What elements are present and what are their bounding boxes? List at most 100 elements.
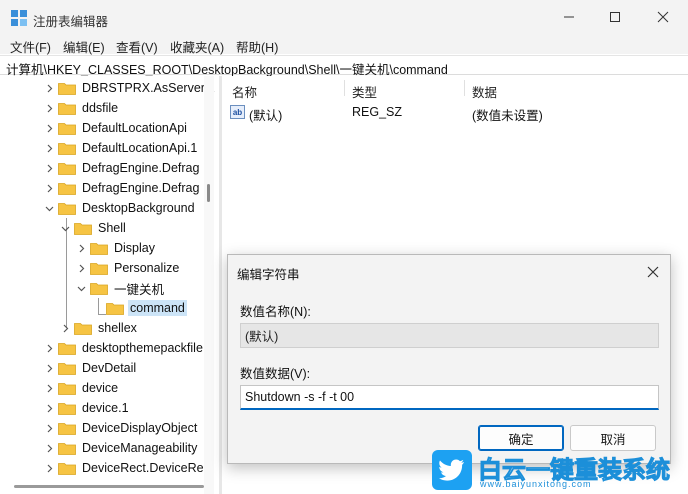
chevron-right-icon[interactable] [44, 418, 54, 438]
chevron-right-icon[interactable] [44, 338, 54, 358]
tree-item-label: DefaultLocationApi [82, 121, 187, 135]
chevron-right-icon[interactable] [44, 138, 54, 158]
tree-item-label: 一键关机 [114, 282, 165, 297]
edit-string-dialog: 编辑字符串 数值名称(N): 数值数据(V): 确定 取消 [227, 254, 671, 464]
folder-icon [90, 263, 108, 275]
column-header-name[interactable]: 名称 [232, 82, 257, 101]
column-divider[interactable] [464, 80, 465, 96]
close-icon [657, 11, 669, 23]
tree-item-label: DefragEngine.Defrag [82, 161, 200, 175]
folder-icon [74, 323, 92, 335]
column-header-data[interactable]: 数据 [472, 82, 497, 101]
chevron-right-icon[interactable] [44, 78, 54, 98]
value-type: REG_SZ [352, 105, 403, 119]
tree-item-label: DeviceManageability [82, 441, 198, 455]
tree-item-label: ddsfile [82, 101, 119, 115]
column-header-type[interactable]: 类型 [352, 82, 377, 101]
tree-item[interactable]: DesktopBackground [44, 198, 197, 218]
tree-scrollbar[interactable] [204, 76, 214, 494]
tree-item[interactable]: DefragEngine.Defrag [44, 178, 201, 198]
folder-icon [58, 103, 76, 115]
folder-icon [58, 143, 76, 155]
tree-item[interactable]: Display [76, 238, 157, 258]
tree-item-label: shellex [98, 321, 137, 335]
tree-item[interactable]: Personalize [76, 258, 181, 278]
chevron-right-icon[interactable] [44, 158, 54, 178]
address-bar[interactable]: 计算机\HKEY_CLASSES_ROOT\DesktopBackground\… [0, 55, 688, 77]
tree-item-label: DesktopBackground [82, 201, 195, 215]
tree-item[interactable]: 一键关机 [76, 278, 166, 298]
chevron-right-icon[interactable] [44, 378, 54, 398]
chevron-right-icon[interactable] [44, 98, 54, 118]
chevron-right-icon[interactable] [60, 318, 70, 338]
menu-edit[interactable]: 编辑(E) [63, 37, 105, 56]
tree-item-label: DevDetail [82, 361, 137, 375]
menu-view[interactable]: 查看(V) [116, 37, 158, 56]
string-value-icon: ab [230, 105, 245, 119]
tree-item[interactable]: DefragEngine.Defrag [44, 158, 201, 178]
tree-item[interactable]: DBRSTPRX.AsServer.1 [44, 78, 215, 98]
menu-favorites[interactable]: 收藏夹(A) [170, 37, 224, 56]
tree-item[interactable]: device [44, 378, 120, 398]
folder-icon [58, 163, 76, 175]
tree-item[interactable]: DevDetail [44, 358, 138, 378]
chevron-right-icon[interactable] [44, 458, 54, 478]
watermark: 白云一键重装系统 www.baiyunxitong.com [432, 450, 682, 490]
folder-open-icon [90, 283, 108, 295]
tree-item-label: DeviceRect.DeviceRec [82, 461, 210, 475]
dialog-title: 编辑字符串 [237, 268, 300, 282]
tree-scrollbar-thumb[interactable] [207, 184, 210, 202]
chevron-right-icon[interactable] [76, 258, 86, 278]
tree-item[interactable]: DefaultLocationApi [44, 118, 189, 138]
folder-open-icon [58, 203, 76, 215]
chevron-right-icon[interactable] [44, 358, 54, 378]
tree-item-label: DeviceDisplayObject [82, 421, 198, 435]
tree-item[interactable]: Shell [60, 218, 128, 238]
cancel-button[interactable]: 取消 [570, 425, 656, 451]
folder-icon [58, 383, 76, 395]
tree-item[interactable]: shellex [60, 318, 139, 338]
column-divider[interactable] [344, 80, 345, 96]
menu-help[interactable]: 帮助(H) [236, 37, 278, 56]
chevron-down-icon[interactable] [76, 278, 86, 298]
chevron-right-icon[interactable] [44, 438, 54, 458]
chevron-right-icon[interactable] [44, 178, 54, 198]
tree-item[interactable]: DeviceDisplayObject [44, 418, 199, 438]
ok-button[interactable]: 确定 [478, 425, 564, 451]
tree-item[interactable]: device.1 [44, 398, 131, 418]
window-title: 注册表编辑器 [33, 15, 109, 29]
value-row-default[interactable]: ab (默认) REG_SZ (数值未设置) [222, 102, 688, 123]
tree-item-label: DefragEngine.Defrag [82, 181, 200, 195]
tree-item[interactable]: ddsfile [44, 98, 120, 118]
tree-item-label: device.1 [82, 401, 129, 415]
menu-file[interactable]: 文件(F) [10, 37, 51, 56]
tree-item[interactable]: command [92, 298, 187, 318]
folder-icon [58, 443, 76, 455]
chevron-down-icon[interactable] [44, 198, 54, 218]
value-name-field [240, 323, 659, 348]
value-data: (数值未设置) [472, 109, 543, 123]
registry-editor-icon [11, 10, 27, 26]
tree-item[interactable]: DeviceRect.DeviceRec [44, 458, 212, 478]
chevron-right-icon[interactable] [44, 118, 54, 138]
close-button[interactable] [640, 0, 686, 34]
tree-item-label: DBRSTPRX.AsServer.1 [82, 81, 215, 95]
folder-icon [58, 403, 76, 415]
minimize-button[interactable] [546, 0, 592, 34]
chevron-right-icon[interactable] [76, 238, 86, 258]
tree-item[interactable]: DefaultLocationApi.1 [44, 138, 199, 158]
tree-item[interactable]: desktopthemepackfile [44, 338, 205, 358]
maximize-button[interactable] [592, 0, 638, 34]
folder-icon [58, 463, 76, 475]
chevron-down-icon[interactable] [60, 218, 70, 238]
menu-bar: 文件(F) 编辑(E) 查看(V) 收藏夹(A) 帮助(H) [0, 34, 688, 56]
tree-horizontal-scrollbar[interactable] [14, 485, 204, 488]
bird-logo-icon [432, 450, 472, 490]
value-name: (默认) [249, 109, 283, 123]
tree-item[interactable]: DeviceManageability [44, 438, 199, 458]
value-data-input[interactable] [240, 385, 659, 410]
close-icon [647, 266, 659, 278]
dialog-close-button[interactable] [642, 261, 664, 283]
tree-item-label: Shell [98, 221, 126, 235]
chevron-right-icon[interactable] [44, 398, 54, 418]
